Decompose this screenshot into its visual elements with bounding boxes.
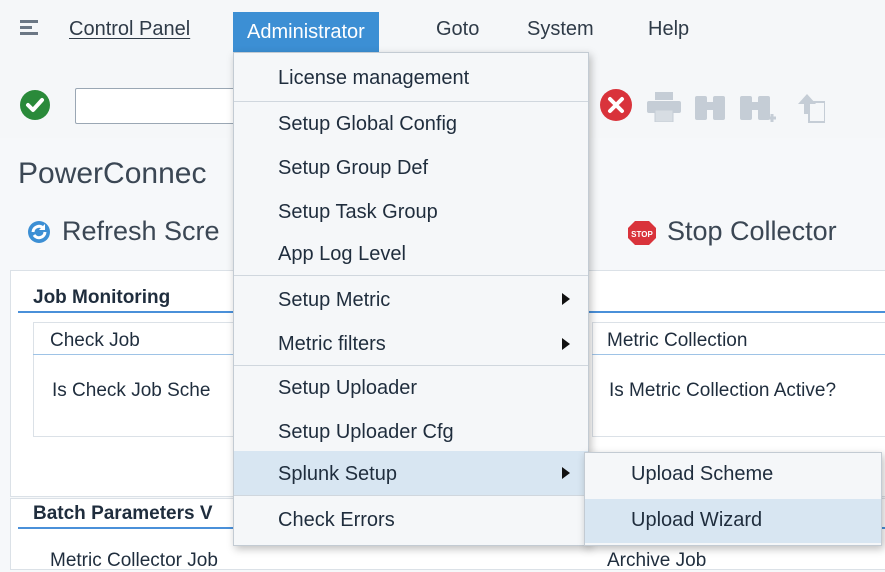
section-divider xyxy=(33,354,253,355)
menu-item-setup-metric[interactable]: Setup Metric xyxy=(278,289,390,312)
refresh-icon[interactable] xyxy=(25,218,53,246)
find-next-icon[interactable] xyxy=(738,92,778,126)
svg-text:STOP: STOP xyxy=(631,230,653,239)
batch-parameters-title: Batch Parameters V xyxy=(33,503,213,524)
splunk-setup-submenu: Upload Scheme Upload Wizard xyxy=(584,452,882,546)
submenu-item-upload-wizard[interactable]: Upload Wizard xyxy=(631,509,762,532)
menu-item-splunk-setup[interactable]: Splunk Setup xyxy=(278,463,397,486)
job-monitoring-title: Job Monitoring xyxy=(33,287,171,308)
menu-item-license-management[interactable]: License management xyxy=(278,67,469,90)
menu-item-setup-uploader-cfg[interactable]: Setup Uploader Cfg xyxy=(278,421,454,444)
stop-collector-button[interactable]: Stop Collector xyxy=(667,216,837,247)
page-title: PowerConnec xyxy=(18,157,207,190)
menu-item-setup-group-def[interactable]: Setup Group Def xyxy=(278,157,428,180)
cancel-icon[interactable] xyxy=(600,89,632,121)
menu-item-check-errors[interactable]: Check Errors xyxy=(278,509,395,532)
find-icon[interactable] xyxy=(693,92,727,122)
submenu-arrow-icon xyxy=(562,293,570,305)
menu-item-app-log-level[interactable]: App Log Level xyxy=(278,243,406,266)
upload-icon[interactable] xyxy=(795,92,825,124)
submenu-item-upload-scheme[interactable]: Upload Scheme xyxy=(631,463,773,486)
submenu-arrow-icon xyxy=(562,467,570,479)
metric-collector-job-label: Metric Collector Job xyxy=(50,550,218,571)
command-field[interactable] xyxy=(75,88,256,124)
checkmark-icon[interactable] xyxy=(20,90,50,120)
menu-item-setup-task-group[interactable]: Setup Task Group xyxy=(278,201,438,224)
section-divider xyxy=(592,354,885,355)
check-job-title: Check Job xyxy=(50,330,140,351)
menu-separator xyxy=(234,101,588,102)
menu-administrator[interactable]: Administrator xyxy=(233,12,379,52)
menu-goto[interactable]: Goto xyxy=(436,18,479,41)
administrator-dropdown: License management Setup Global Config S… xyxy=(233,52,589,546)
menu-item-setup-global-config[interactable]: Setup Global Config xyxy=(278,113,457,136)
is-metric-collection-active-label: Is Metric Collection Active? xyxy=(609,380,837,401)
menu-separator xyxy=(234,365,588,366)
menu-control-panel[interactable]: Control Panel xyxy=(69,18,190,41)
is-check-job-scheduled-label: Is Check Job Sche xyxy=(52,380,211,401)
submenu-arrow-icon xyxy=(562,338,570,350)
stop-icon[interactable]: STOP xyxy=(627,220,657,246)
menu-help[interactable]: Help xyxy=(648,18,689,41)
metric-collection-title: Metric Collection xyxy=(607,330,748,351)
print-icon[interactable] xyxy=(647,92,681,122)
archive-job-label: Archive Job xyxy=(607,550,707,571)
menu-icon[interactable] xyxy=(20,20,38,36)
menu-separator xyxy=(234,275,588,276)
menu-separator xyxy=(234,495,588,496)
menu-system[interactable]: System xyxy=(527,18,594,41)
menu-item-setup-uploader[interactable]: Setup Uploader xyxy=(278,377,417,400)
refresh-screen-button[interactable]: Refresh Scre xyxy=(62,216,220,247)
menu-item-metric-filters[interactable]: Metric filters xyxy=(278,333,386,356)
